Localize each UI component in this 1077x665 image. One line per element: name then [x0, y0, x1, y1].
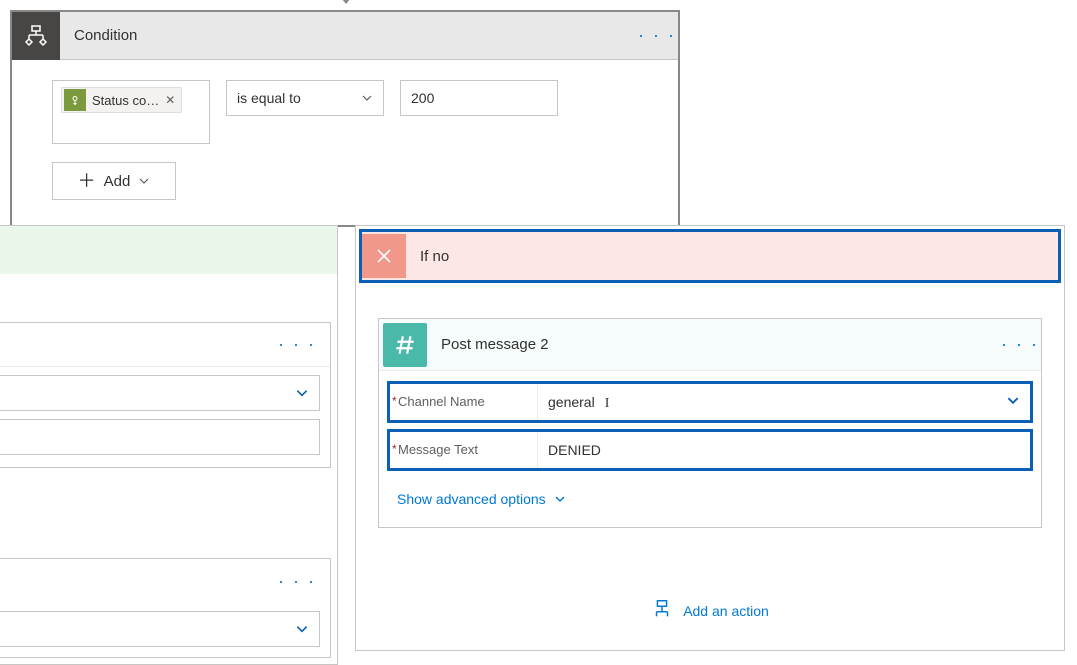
- channel-name-label: * Channel Name: [390, 384, 538, 420]
- x-icon: [362, 234, 406, 278]
- message-text-label: * Message Text: [390, 432, 538, 468]
- chevron-down-icon: [554, 493, 566, 505]
- show-advanced-options[interactable]: Show advanced options: [383, 477, 1037, 515]
- chevron-down-icon: [295, 386, 309, 400]
- hash-icon: [383, 323, 427, 367]
- post-message-menu[interactable]: · · ·: [1001, 334, 1041, 355]
- condition-menu-button[interactable]: · · ·: [638, 25, 678, 46]
- chevron-down-icon: [361, 92, 373, 104]
- add-action-icon: [651, 598, 673, 623]
- if-yes-action-card-2[interactable]: · · ·: [0, 558, 331, 658]
- channel-name-value: general: [548, 394, 595, 410]
- post-message-header[interactable]: Post message 2 · · ·: [379, 319, 1041, 371]
- message-text-row: * Message Text DENIED: [387, 429, 1033, 471]
- text-cursor-icon: I: [605, 396, 610, 412]
- if-yes-action-2-menu[interactable]: · · ·: [276, 571, 316, 592]
- condition-operator-select[interactable]: is equal to: [226, 80, 384, 116]
- if-yes-header[interactable]: [0, 226, 337, 274]
- condition-value-input[interactable]: [400, 80, 558, 116]
- if-yes-action-card[interactable]: · · ·: [0, 322, 331, 468]
- token-remove-button[interactable]: ✕: [159, 93, 181, 107]
- condition-icon: [12, 12, 60, 60]
- add-action-label: Add an action: [683, 603, 769, 619]
- post-message-title: Post message 2: [427, 336, 1001, 353]
- if-yes-panel: · · · · · ·: [0, 225, 338, 665]
- if-yes-select[interactable]: [0, 375, 320, 411]
- condition-title: Condition: [60, 27, 638, 44]
- if-yes-text-input[interactable]: [0, 419, 320, 455]
- token-badge-icon: [64, 89, 86, 111]
- add-an-action-button[interactable]: Add an action: [356, 598, 1064, 623]
- condition-body: Status co… ✕ is equal to ＋ Add: [12, 60, 678, 225]
- token-label: Status co…: [92, 93, 159, 108]
- chevron-down-icon: [295, 622, 309, 636]
- operator-value: is equal to: [237, 90, 301, 106]
- connector-arrow-icon: [338, 0, 354, 10]
- if-no-title: If no: [406, 248, 449, 265]
- message-text-value: DENIED: [548, 442, 601, 458]
- status-code-token[interactable]: Status co… ✕: [61, 87, 182, 113]
- condition-card: Condition · · · Status co… ✕ is equal to: [10, 10, 680, 227]
- condition-left-operand[interactable]: Status co… ✕: [52, 80, 210, 144]
- chevron-down-icon: [138, 175, 150, 187]
- channel-name-select[interactable]: general I: [538, 384, 1030, 420]
- post-message-card: Post message 2 · · · * Channel Name gene…: [378, 318, 1042, 528]
- add-condition-button[interactable]: ＋ Add: [52, 162, 176, 200]
- if-no-panel: If no Post message 2 · · · * Channel Nam…: [355, 225, 1065, 651]
- if-no-header[interactable]: If no: [359, 229, 1061, 283]
- chevron-down-icon: [1006, 394, 1020, 411]
- if-yes-action-menu[interactable]: · · ·: [276, 334, 316, 355]
- condition-header[interactable]: Condition · · ·: [12, 12, 678, 60]
- message-text-input[interactable]: DENIED: [538, 432, 1030, 468]
- channel-name-row: * Channel Name general I: [387, 381, 1033, 423]
- add-label: Add: [104, 173, 131, 190]
- if-yes-select-2[interactable]: [0, 611, 320, 647]
